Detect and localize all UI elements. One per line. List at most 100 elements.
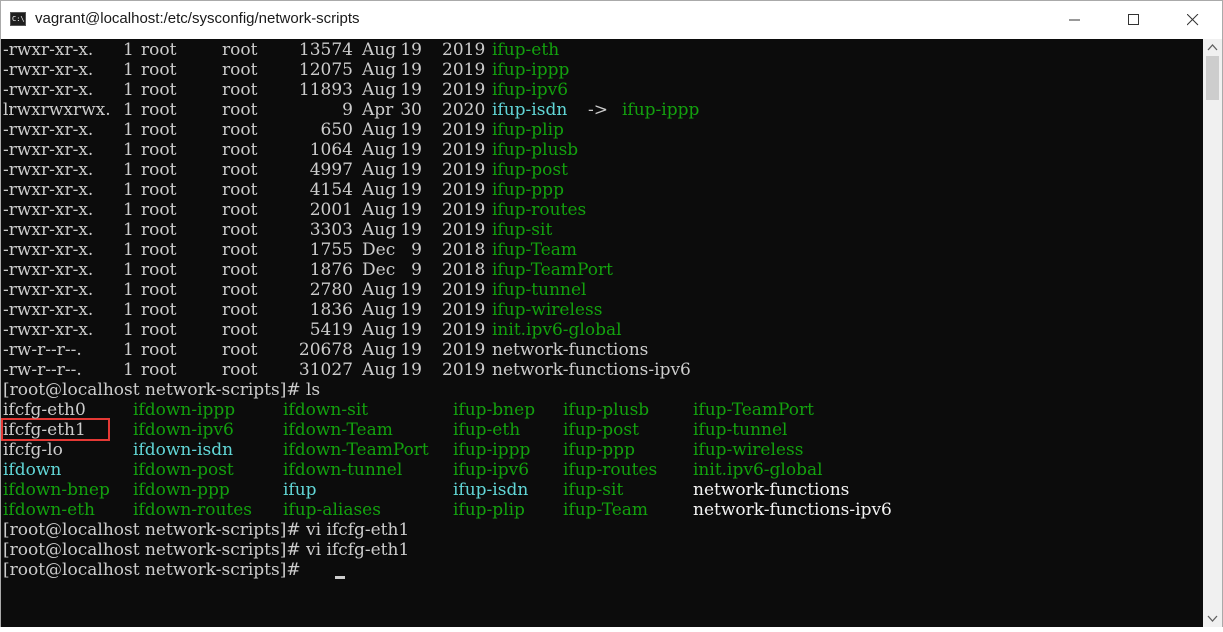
file-name: ifup-ippp	[492, 60, 570, 80]
file-size: 3303	[309, 220, 353, 240]
file-owner: root	[141, 140, 177, 160]
file-permissions: -rwxr-xr-x.	[3, 160, 94, 180]
file-name: network-functions	[492, 340, 649, 360]
file-year: 2018	[442, 260, 486, 280]
file-month: Aug	[362, 80, 397, 100]
file-owner: root	[141, 80, 177, 100]
file-size: 650	[320, 120, 353, 140]
link-count: 1	[123, 140, 134, 160]
file-month: Aug	[362, 320, 397, 340]
file-permissions: lrwxrwxrwx.	[3, 100, 111, 120]
file-owner: root	[141, 180, 177, 200]
ls-entry: ifdown-tunnel	[283, 460, 403, 480]
ls-entry: init.ipv6-global	[693, 460, 823, 480]
ls-entry: ifdown-routes	[133, 500, 253, 520]
window-title: vagrant@localhost:/etc/sysconfig/network…	[35, 10, 360, 27]
link-count: 1	[123, 320, 134, 340]
file-day: 19	[400, 160, 422, 180]
file-size: 2780	[309, 280, 353, 300]
file-month: Aug	[362, 40, 397, 60]
ls-entry: ifcfg-eth1	[3, 420, 86, 440]
minimize-button[interactable]	[1052, 1, 1098, 39]
file-month: Aug	[362, 60, 397, 80]
ls-entry: ifdown-TeamPort	[283, 440, 429, 460]
file-size: 1836	[309, 300, 353, 320]
ls-entry: ifup-Team	[563, 500, 649, 520]
file-name: ifup-post	[492, 160, 568, 180]
file-day: 19	[400, 180, 422, 200]
file-name: ifup-ppp	[492, 180, 564, 200]
ls-entry: ifdown-ipv6	[133, 420, 234, 440]
scroll-thumb[interactable]	[1206, 56, 1219, 100]
ls-entry: ifdown-isdn	[133, 440, 234, 460]
file-owner: root	[141, 120, 177, 140]
ls-entry: ifup-ipv6	[453, 460, 530, 480]
terminal-window: C:\ vagrant@localhost:/etc/sysconfig/net…	[0, 0, 1223, 627]
file-permissions: -rwxr-xr-x.	[3, 300, 94, 320]
file-owner: root	[141, 260, 177, 280]
file-permissions: -rwxr-xr-x.	[3, 320, 94, 340]
file-month: Aug	[362, 360, 397, 380]
ls-entry: network-functions	[693, 480, 850, 500]
link-count: 1	[123, 280, 134, 300]
ls-entry: ifup-wireless	[693, 440, 804, 460]
link-count: 1	[123, 220, 134, 240]
file-month: Aug	[362, 160, 397, 180]
file-month: Aug	[362, 340, 397, 360]
file-group: root	[222, 140, 258, 160]
file-size: 12075	[298, 60, 353, 80]
scroll-down-button[interactable]	[1203, 610, 1222, 627]
file-permissions: -rwxr-xr-x.	[3, 200, 94, 220]
link-count: 1	[123, 60, 134, 80]
terminal-output[interactable]: -rwxr-xr-x. 1 root root 13574 Aug 19 2019 ifup-e…	[1, 39, 1203, 627]
vertical-scrollbar[interactable]	[1203, 39, 1222, 627]
file-month: Dec	[362, 260, 396, 280]
file-day: 19	[400, 340, 422, 360]
file-owner: root	[141, 40, 177, 60]
maximize-button[interactable]	[1111, 1, 1157, 39]
link-count: 1	[123, 80, 134, 100]
file-size: 13574	[298, 40, 353, 60]
file-owner: root	[141, 240, 177, 260]
file-name: network-functions-ipv6	[492, 360, 691, 380]
ls-entry: ifup-isdn	[453, 480, 529, 500]
ls-entry: ifup-sit	[563, 480, 624, 500]
scroll-up-button[interactable]	[1203, 39, 1222, 56]
file-size: 20678	[298, 340, 353, 360]
file-group: root	[222, 280, 258, 300]
file-size: 5419	[309, 320, 353, 340]
file-permissions: -rwxr-xr-x.	[3, 220, 94, 240]
link-count: 1	[123, 240, 134, 260]
file-group: root	[222, 300, 258, 320]
file-month: Aug	[362, 280, 397, 300]
file-day: 19	[400, 200, 422, 220]
close-button[interactable]	[1170, 1, 1216, 39]
file-month: Aug	[362, 220, 397, 240]
file-month: Aug	[362, 200, 397, 220]
file-owner: root	[141, 100, 177, 120]
file-year: 2019	[442, 220, 486, 240]
command-text: [root@localhost network-scripts]#	[3, 560, 306, 580]
file-name: init.ipv6-global	[492, 320, 622, 340]
file-size: 1876	[309, 260, 353, 280]
file-year: 2019	[442, 80, 486, 100]
file-name: ifup-ipv6	[492, 80, 569, 100]
file-permissions: -rwxr-xr-x.	[3, 120, 94, 140]
link-count: 1	[123, 180, 134, 200]
file-group: root	[222, 60, 258, 80]
file-year: 2020	[442, 100, 486, 120]
file-owner: root	[141, 160, 177, 180]
file-permissions: -rwxr-xr-x.	[3, 140, 94, 160]
ls-entry: ifcfg-eth0	[3, 400, 86, 420]
file-year: 2019	[442, 280, 486, 300]
file-group: root	[222, 320, 258, 340]
file-permissions: -rwxr-xr-x.	[3, 60, 94, 80]
title-bar[interactable]: C:\ vagrant@localhost:/etc/sysconfig/net…	[1, 1, 1222, 39]
minimize-icon	[1069, 19, 1080, 21]
ls-entry: ifup-eth	[453, 420, 521, 440]
link-count: 1	[123, 120, 134, 140]
file-owner: root	[141, 60, 177, 80]
file-permissions: -rw-r--r--.	[3, 360, 82, 380]
file-group: root	[222, 120, 258, 140]
file-size: 4997	[309, 160, 353, 180]
